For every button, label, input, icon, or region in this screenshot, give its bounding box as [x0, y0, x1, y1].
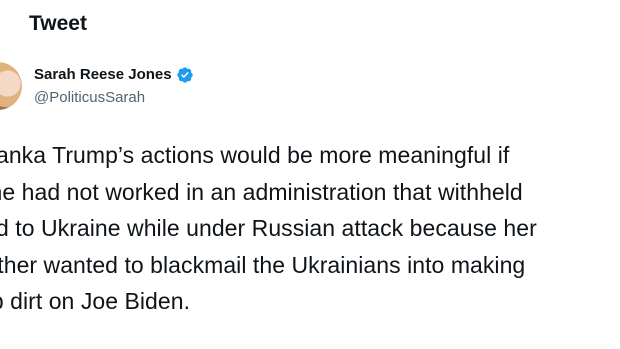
tweet-text: Ivanka Trump’s actions would be more mea… [0, 142, 537, 314]
author-display-name[interactable]: Sarah Reese Jones [34, 65, 172, 85]
author-handle[interactable]: @PoliticusSarah [34, 88, 194, 108]
verified-badge-icon [176, 67, 193, 83]
avatar[interactable] [0, 62, 22, 110]
page-title: Tweet [29, 12, 87, 35]
tweet-author: Sarah Reese Jones @PoliticusSarah [34, 64, 194, 108]
